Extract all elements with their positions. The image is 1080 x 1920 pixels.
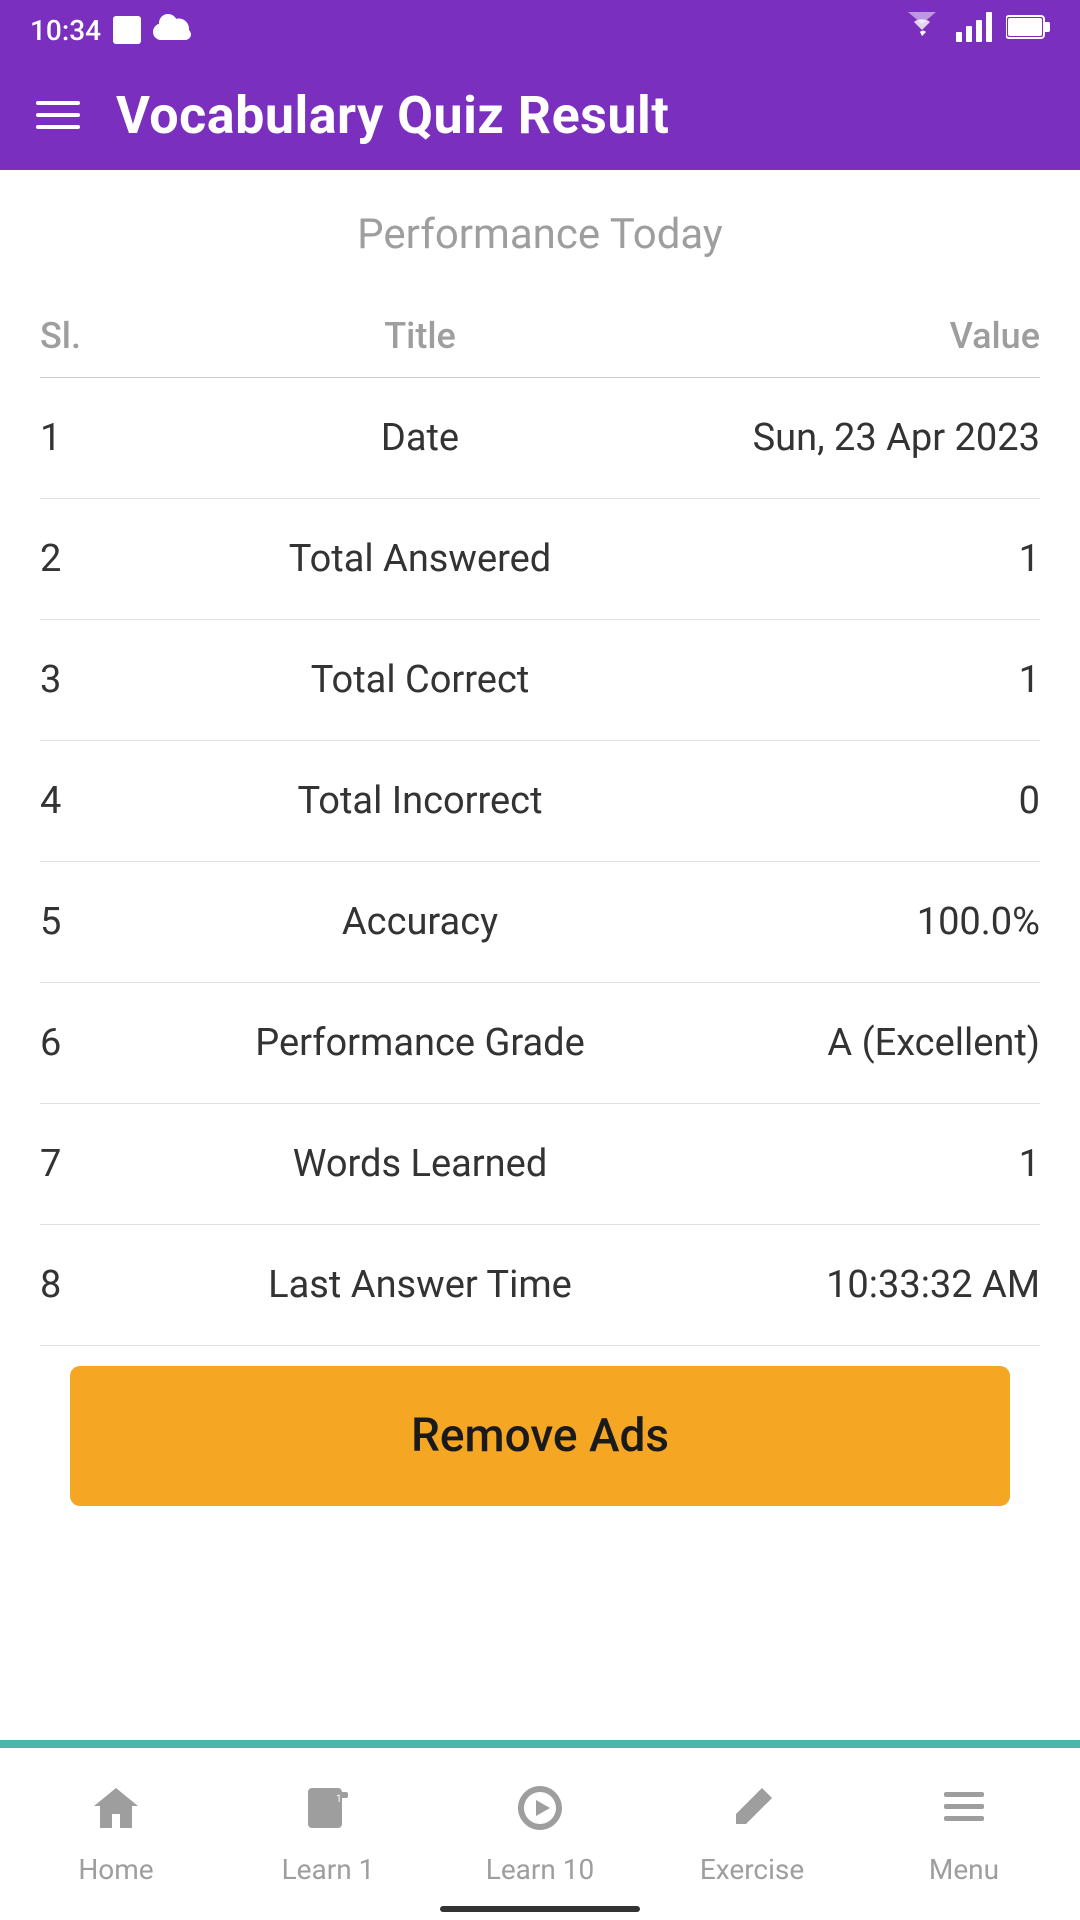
row-sl-3: 3 [40,658,160,702]
app-bar: Vocabulary Quiz Result [0,60,1080,170]
row-sl-8: 8 [40,1263,160,1307]
hamburger-menu-button[interactable] [36,101,80,129]
table-row: 3 Total Correct 1 [40,620,1040,741]
row-value-5: 100.0% [680,900,1040,944]
row-value-1: Sun, 23 Apr 2023 [680,416,1040,460]
exercise-icon [726,1782,778,1843]
home-icon [90,1782,142,1843]
nav-item-exercise[interactable]: Exercise [646,1782,858,1886]
wifi-icon [902,12,942,49]
cloud-icon [153,14,191,47]
signal-icon [956,12,992,49]
section-title: Performance Today [40,210,1040,259]
teal-bar [0,1740,1080,1748]
table-row: 4 Total Incorrect 0 [40,741,1040,862]
status-bar-right [902,12,1050,49]
row-title-3: Total Correct [160,658,680,702]
row-title-5: Accuracy [160,900,680,944]
nav-item-menu[interactable]: Menu [858,1782,1070,1886]
nav-label-learn1: Learn 1 [282,1853,375,1886]
nav-item-learn10[interactable]: Learn 10 [434,1782,646,1886]
ads-banner-text[interactable]: Remove Ads [411,1409,669,1463]
app-bar-title: Vocabulary Quiz Result [116,85,669,146]
row-value-8: 10:33:32 AM [680,1263,1040,1307]
nav-label-exercise: Exercise [700,1853,804,1886]
table-row: 5 Accuracy 100.0% [40,862,1040,983]
header-title: Title [160,315,680,357]
learn1-icon: 1 [302,1782,354,1843]
row-value-3: 1 [680,658,1040,702]
header-sl: Sl. [40,315,160,357]
bottom-section: Home 1 Learn 1 Learn 10 [0,1740,1080,1920]
bottom-nav: Home 1 Learn 1 Learn 10 [0,1748,1080,1920]
row-title-8: Last Answer Time [160,1263,680,1307]
row-value-7: 1 [680,1142,1040,1186]
svg-text:1: 1 [336,1794,342,1805]
table-row: 2 Total Answered 1 [40,499,1040,620]
row-title-1: Date [160,416,680,460]
row-sl-7: 7 [40,1142,160,1186]
main-content: Performance Today Sl. Title Value 1 Date… [0,170,1080,1740]
table-row: 7 Words Learned 1 [40,1104,1040,1225]
row-value-4: 0 [680,779,1040,823]
row-title-2: Total Answered [160,537,680,581]
row-title-4: Total Incorrect [160,779,680,823]
table-row: 8 Last Answer Time 10:33:32 AM [40,1225,1040,1346]
row-value-6: A (Excellent) [680,1021,1040,1065]
row-value-2: 1 [680,537,1040,581]
row-sl-5: 5 [40,900,160,944]
ads-banner[interactable]: Remove Ads [70,1366,1010,1506]
nav-label-home: Home [78,1853,153,1886]
status-time: 10:34 [30,14,101,47]
table-row: 6 Performance Grade A (Excellent) [40,983,1040,1104]
row-title-6: Performance Grade [160,1021,680,1065]
nav-item-home[interactable]: Home [10,1782,222,1886]
row-sl-2: 2 [40,537,160,581]
row-sl-1: 1 [40,416,160,460]
home-gesture-bar [440,1906,640,1912]
nav-label-menu: Menu [929,1853,999,1886]
row-sl-6: 6 [40,1021,160,1065]
row-title-7: Words Learned [160,1142,680,1186]
status-bar-left: 10:34 [30,14,191,47]
status-bar: 10:34 [0,0,1080,60]
screen-icon [113,16,141,44]
table-body: 1 Date Sun, 23 Apr 2023 2 Total Answered… [40,378,1040,1346]
row-sl-4: 4 [40,779,160,823]
nav-label-learn10: Learn 10 [486,1853,595,1886]
header-value: Value [680,315,1040,357]
battery-icon [1006,14,1050,47]
learn10-icon [514,1782,566,1843]
table-row: 1 Date Sun, 23 Apr 2023 [40,378,1040,499]
menu-icon [938,1782,990,1843]
table-header: Sl. Title Value [40,299,1040,378]
nav-item-learn1[interactable]: 1 Learn 1 [222,1782,434,1886]
